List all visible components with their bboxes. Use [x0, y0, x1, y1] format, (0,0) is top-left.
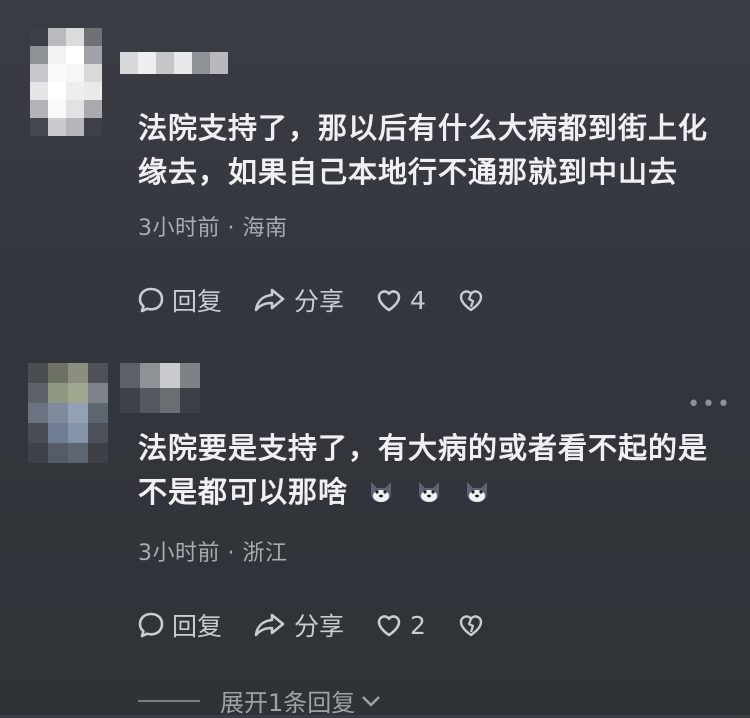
timestamp: 3小时前: [138, 216, 220, 241]
chevron-down-icon: [362, 695, 381, 707]
comment-text-fragment: 不是都可以那啥: [138, 475, 349, 509]
share-button[interactable]: 分享: [252, 607, 344, 643]
dislike-button[interactable]: [456, 285, 492, 315]
comment-text-line: 缘去，如果自己本地行不通那就到中山去: [138, 155, 679, 189]
avatar[interactable]: [28, 363, 108, 463]
comment-meta: 3小时前 · 海南: [138, 210, 288, 242]
like-count: 2: [410, 610, 426, 640]
share-arrow-icon: [254, 613, 285, 637]
username[interactable]: [120, 52, 230, 74]
share-label: 分享: [294, 287, 345, 316]
reply-button[interactable]: 回复: [136, 607, 222, 643]
comment-text: 法院支持了，那以后有什么大病都到街上化 缘去，如果自己本地行不通那就到中山去: [138, 106, 728, 194]
comment-text-line: 不是都可以那啥: [138, 470, 728, 514]
separator-dot: ·: [227, 216, 243, 241]
comment-actions: 回复 分享 2: [136, 607, 522, 643]
dog-face-emoji-icon: [419, 482, 440, 502]
username[interactable]: [120, 363, 200, 413]
share-arrow-icon: [254, 288, 285, 312]
reply-label: 回复: [172, 612, 223, 641]
more-dots-icon[interactable]: •••: [687, 392, 732, 417]
expand-replies-label: 展开1条回复: [220, 689, 356, 717]
comment-bubble-icon: [138, 612, 164, 638]
like-button[interactable]: 4: [374, 285, 426, 315]
like-count: 4: [410, 285, 426, 315]
comment-item: 法院支持了，那以后有什么大病都到街上化 缘去，如果自己本地行不通那就到中山去 3…: [0, 0, 750, 345]
comment-text-line: 法院要是支持了，有大病的或者看不起的是: [138, 431, 709, 465]
divider-line: [138, 699, 200, 702]
share-button[interactable]: 分享: [252, 282, 344, 318]
dislike-button[interactable]: [456, 610, 492, 640]
broken-heart-icon: [459, 615, 483, 637]
dog-face-emoji-icon: [467, 482, 488, 502]
location: 浙江: [242, 541, 288, 566]
comment-actions: 回复 分享 4: [136, 282, 522, 318]
comment-text-line: 法院支持了，那以后有什么大病都到街上化: [138, 111, 709, 145]
separator-dot: ·: [227, 541, 243, 566]
comment-text: 法院要是支持了，有大病的或者看不起的是 不是都可以那啥: [138, 426, 728, 514]
like-button[interactable]: 2: [374, 610, 426, 640]
broken-heart-icon: [459, 290, 483, 312]
timestamp: 3小时前: [138, 541, 220, 566]
reply-button[interactable]: 回复: [136, 282, 222, 318]
avatar[interactable]: [30, 28, 102, 136]
comment-meta: 3小时前 · 浙江: [138, 535, 288, 567]
heart-icon: [377, 290, 401, 312]
location: 海南: [242, 216, 288, 241]
share-label: 分享: [294, 612, 345, 641]
comment-bubble-icon: [138, 287, 164, 313]
reply-label: 回复: [172, 287, 223, 316]
heart-icon: [377, 615, 401, 637]
expand-replies-button[interactable]: 展开1条回复: [138, 683, 383, 718]
comment-item: ••• 法院要是支持了，有大病的或者看不起的是 不是都可以那啥 3小时前 · 浙…: [0, 345, 750, 655]
dog-face-emoji-icon: [371, 482, 392, 502]
